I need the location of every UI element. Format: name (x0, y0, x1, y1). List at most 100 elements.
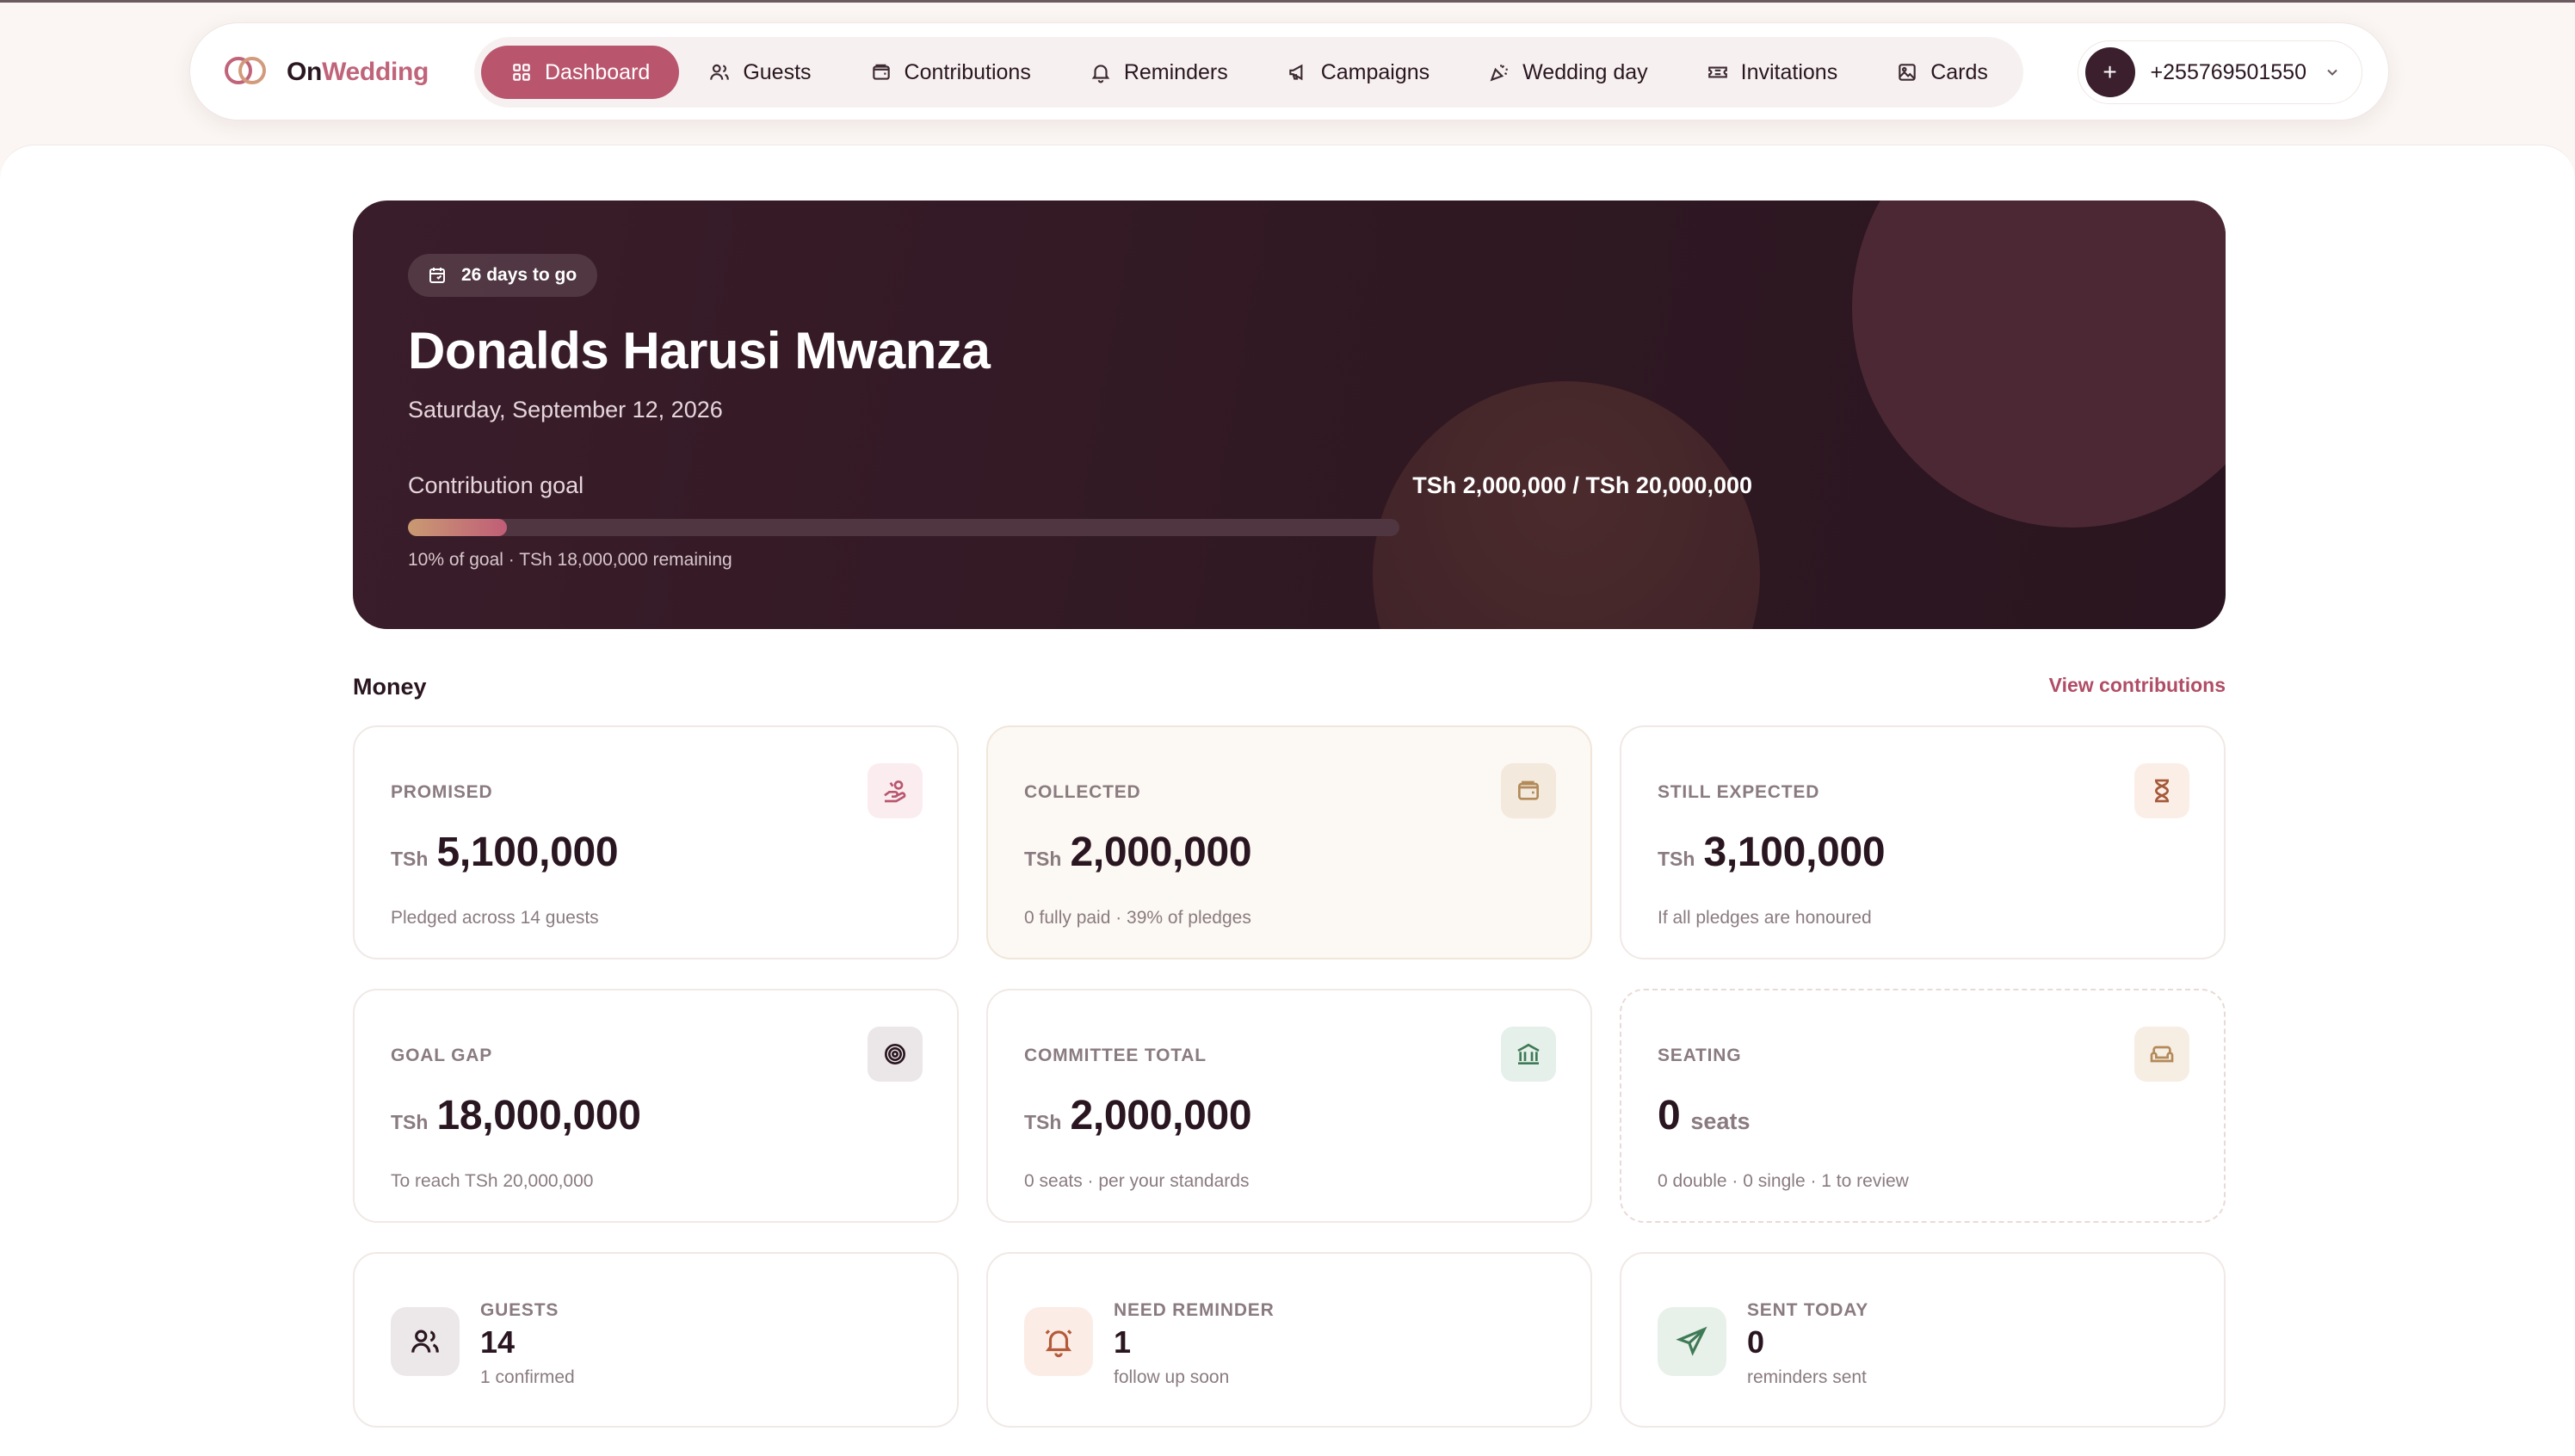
party-icon (1490, 65, 1508, 82)
currency-label: TSh (1658, 848, 1695, 870)
event-date: Saturday, September 12, 2026 (408, 397, 723, 423)
sofa-icon (2134, 1027, 2189, 1082)
event-title: Donalds Harusi Mwanza (408, 322, 991, 379)
bell-ring-icon (1024, 1307, 1093, 1376)
card-label: COMMITTEE TOTAL (1024, 1046, 1207, 1065)
users-icon (391, 1307, 460, 1376)
goal-note: 10% of goal · TSh 18,000,000 remaining (408, 550, 732, 570)
card-label: GOAL GAP (391, 1046, 493, 1065)
view-contributions-link[interactable]: View contributions (2049, 674, 2226, 697)
seating-card[interactable]: SEATING 0 seats 0 double · 0 single · 1 … (1620, 989, 2226, 1223)
rings-icon (225, 57, 266, 88)
card-label: PROMISED (391, 782, 493, 802)
card-subtext: 0 seats · per your standards (1024, 1171, 1250, 1191)
card-value: TSh 18,000,000 (391, 1092, 641, 1139)
card-value: 0 seats (1658, 1092, 1750, 1139)
target-icon (868, 1027, 923, 1082)
card-subtext: 0 double · 0 single · 1 to review (1658, 1171, 1909, 1191)
grid-icon (513, 64, 530, 81)
sent-today-stat-card[interactable]: SENT TODAY 0 reminders sent (1620, 1252, 2226, 1428)
currency-label: TSh (391, 848, 429, 870)
stat-subtext: 1 confirmed (480, 1367, 575, 1387)
card-label: COLLECTED (1024, 782, 1141, 802)
countdown-text: 26 days to go (461, 265, 577, 285)
stat-label: NEED REMINDER (1114, 1300, 1275, 1320)
stat-subtext: follow up soon (1114, 1367, 1230, 1387)
currency-label: TSh (391, 1111, 429, 1133)
card-label: SEATING (1658, 1046, 1742, 1065)
hand-coins-icon (868, 763, 923, 818)
card-value: TSh 2,000,000 (1024, 1092, 1252, 1139)
amount: 5,100,000 (436, 830, 619, 875)
card-subtext: 0 fully paid · 39% of pledges (1024, 908, 1251, 928)
tab-label: Invitations (1740, 59, 1838, 84)
tab-invitations[interactable]: Invitations (1677, 46, 1868, 99)
currency-label: TSh (1024, 1111, 1062, 1133)
goal-gap-card[interactable]: GOAL GAP TSh 18,000,000 To reach TSh 20,… (353, 989, 959, 1223)
goal-label: Contribution goal (408, 472, 584, 498)
stat-value: 14 (480, 1324, 516, 1360)
tab-label: Wedding day (1522, 59, 1648, 84)
brand-wedding: Wedding (322, 58, 429, 86)
users-icon (710, 64, 730, 80)
tab-wedding-day[interactable]: Wedding day (1459, 46, 1677, 99)
wallet-icon (872, 64, 890, 80)
tab-label: Guests (743, 59, 812, 84)
amount: 18,000,000 (436, 1093, 641, 1138)
guests-stat-card[interactable]: GUESTS 14 1 confirmed (353, 1252, 959, 1428)
card-value: TSh 2,000,000 (1024, 829, 1252, 876)
add-button[interactable]: + (2084, 47, 2135, 97)
card-subtext: If all pledges are honoured (1658, 908, 1872, 928)
calendar-icon (429, 268, 445, 283)
goal-progress-bar (408, 519, 1399, 536)
hourglass-icon (2134, 763, 2189, 818)
image-icon (1899, 64, 1916, 81)
stat-label: GUESTS (480, 1300, 559, 1320)
stat-value: 1 (1114, 1324, 1132, 1360)
tab-label: Dashboard (545, 59, 651, 84)
goal-progress-fill (408, 519, 508, 536)
top-navbar: OnWedding Dashboard Guests Contributions… (189, 22, 2389, 120)
money-section-title: Money (353, 674, 427, 700)
tab-contributions[interactable]: Contributions (841, 46, 1060, 99)
still-expected-card[interactable]: STILL EXPECTED TSh 3,100,000 If all pled… (1620, 725, 2226, 959)
brand-name: OnWedding (287, 58, 429, 87)
megaphone-icon (1288, 64, 1303, 81)
promised-card[interactable]: PROMISED TSh 5,100,000 Pledged across 14… (353, 725, 959, 959)
goal-amount: TSh 2,000,000 / TSh 20,000,000 (1412, 472, 1752, 498)
tab-dashboard[interactable]: Dashboard (481, 46, 680, 99)
committee-total-card[interactable]: COMMITTEE TOTAL TSh 2,000,000 0 seats · … (986, 989, 1592, 1223)
amount: 0 (1658, 1093, 1681, 1138)
brand-logo[interactable]: OnWedding (225, 49, 429, 96)
amount: 2,000,000 (1070, 1093, 1252, 1138)
main-content: 26 days to go Donalds Harusi Mwanza Satu… (0, 145, 2575, 1456)
chevron-down-icon (2327, 69, 2337, 76)
collected-card[interactable]: COLLECTED TSh 2,000,000 0 fully paid · 3… (986, 725, 1592, 959)
amount: 3,100,000 (1703, 830, 1886, 875)
card-subtext: Pledged across 14 guests (391, 908, 599, 928)
need-reminder-stat-card[interactable]: NEED REMINDER 1 follow up soon (986, 1252, 1592, 1428)
card-value: TSh 3,100,000 (1658, 829, 1886, 876)
send-icon (1658, 1307, 1726, 1376)
event-hero: 26 days to go Donalds Harusi Mwanza Satu… (353, 201, 2226, 629)
account-menu[interactable]: + +255769501550 (2077, 40, 2362, 104)
bell-icon (1091, 65, 1110, 83)
stat-value: 0 (1747, 1324, 1765, 1360)
countdown-badge: 26 days to go (408, 254, 598, 297)
unit-label: seats (1690, 1108, 1751, 1134)
amount: 2,000,000 (1070, 830, 1252, 875)
tab-guests[interactable]: Guests (679, 46, 840, 99)
card-subtext: To reach TSh 20,000,000 (391, 1171, 594, 1191)
brand-on: On (287, 58, 323, 86)
tab-label: Reminders (1123, 59, 1228, 84)
card-value: TSh 5,100,000 (391, 829, 619, 876)
tab-label: Contributions (904, 59, 1031, 84)
tab-label: Cards (1930, 59, 1988, 84)
account-phone: +255769501550 (2150, 59, 2306, 84)
main-tabs: Dashboard Guests Contributions Reminders… (474, 37, 2023, 108)
tab-campaigns[interactable]: Campaigns (1257, 46, 1459, 99)
tab-reminders[interactable]: Reminders (1060, 46, 1257, 99)
window-top-edge (0, 0, 2575, 3)
tab-cards[interactable]: Cards (1867, 46, 2017, 99)
currency-label: TSh (1024, 848, 1062, 870)
